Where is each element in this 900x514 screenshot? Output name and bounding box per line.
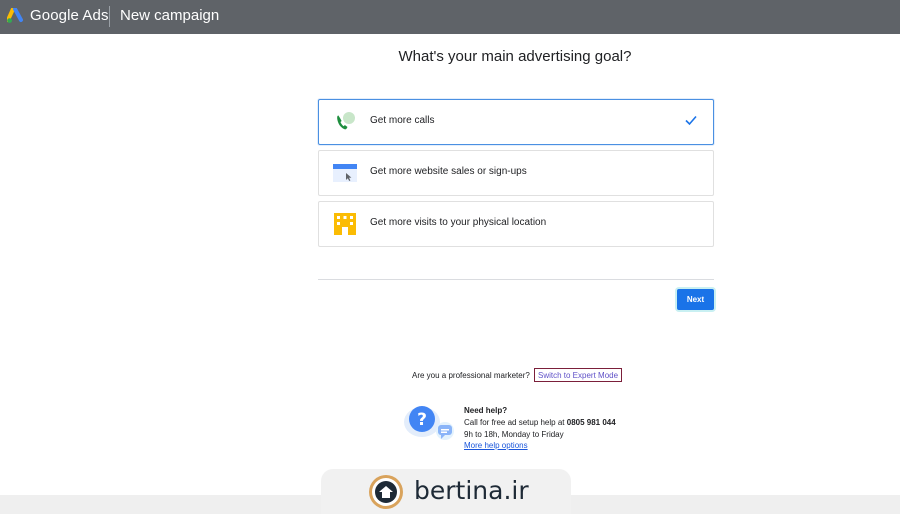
help-chat-icon: ?	[404, 406, 454, 440]
professional-marketer-question: Are you a professional marketer?	[412, 371, 530, 380]
goal-label: Get more website sales or sign-ups	[370, 166, 527, 177]
brand-name: Google Ads	[30, 7, 109, 24]
more-help-options-link[interactable]: More help options	[464, 441, 528, 450]
goal-label: Get more visits to your physical locatio…	[370, 217, 547, 228]
phone-call-icon	[337, 112, 355, 130]
page-section-title: New campaign	[120, 7, 220, 24]
help-phone-prefix: Call for free ad setup help at	[464, 418, 565, 427]
google-ads-logo-icon[interactable]	[7, 8, 24, 24]
storefront-icon	[334, 213, 356, 235]
top-app-bar: Google Ads New campaign	[0, 0, 900, 34]
watermark-text: bertina.ir	[414, 476, 529, 505]
goal-option-website[interactable]: Get more website sales or sign-ups	[318, 150, 714, 196]
page-title: What's your main advertising goal?	[398, 48, 632, 65]
help-hours: 9h to 18h, Monday to Friday	[464, 430, 564, 439]
divider	[318, 279, 714, 280]
header-divider	[109, 6, 110, 27]
svg-text:?: ?	[417, 410, 427, 430]
help-title: Need help?	[464, 406, 508, 415]
goal-label: Get more calls	[370, 115, 435, 126]
next-button[interactable]: Next	[677, 289, 714, 310]
bertina-logo-icon	[369, 475, 403, 509]
help-phone-number: 0805 981 044	[566, 418, 616, 427]
switch-to-expert-mode-link[interactable]: Switch to Expert Mode	[534, 368, 623, 382]
website-icon	[333, 164, 357, 182]
goal-option-location[interactable]: Get more visits to your physical locatio…	[318, 201, 714, 247]
checkmark-icon	[685, 115, 697, 126]
help-phone-line: Call for free ad setup help at 0805 981 …	[464, 418, 616, 427]
goal-option-calls[interactable]: Get more calls	[318, 99, 714, 145]
